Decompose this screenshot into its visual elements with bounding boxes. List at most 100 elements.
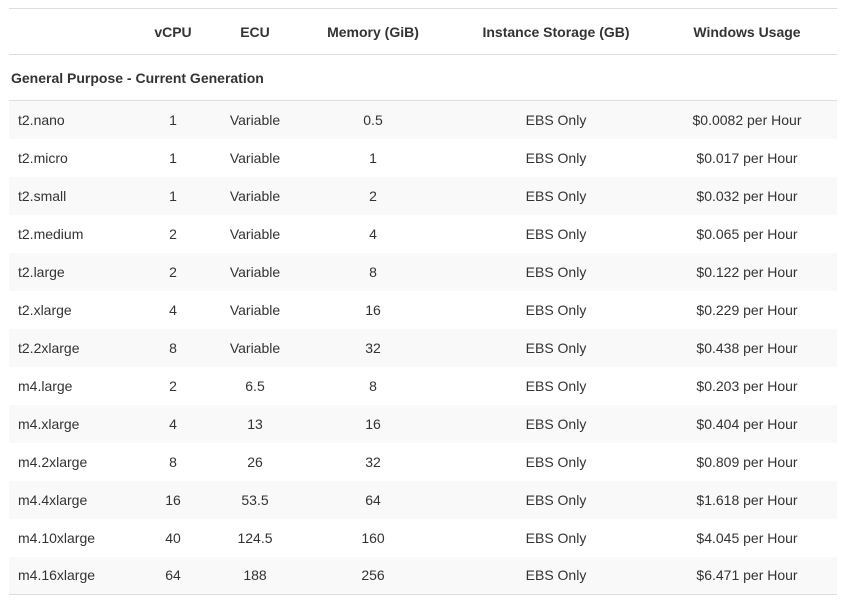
header-ecu: ECU (240, 23, 270, 40)
ecu-cell: 53.5 (219, 480, 291, 519)
table-row: m4.16xlarge 64 188 256 EBS Only $6.471 per Ho… (9, 556, 837, 595)
vcpu-cell: 1 (169, 149, 177, 166)
table-row: t2.nano 1 Variable 0.5 EBS Only $0.0082 per H… (9, 100, 837, 139)
header-memory: Memory (GiB) (327, 23, 419, 40)
instance-name-cell: m4.10xlarge (18, 529, 96, 546)
vcpu-cell: 2 (169, 225, 177, 242)
memory-cell: 0.5 (291, 100, 455, 139)
instance-name-cell: t2.2xlarge (9, 328, 127, 367)
instance-storage-cell: EBS Only (455, 556, 657, 595)
ecu-cell: 6.5 (245, 377, 265, 394)
memory-cell: 1 (369, 149, 377, 166)
table-row: m4.4xlarge 16 53.5 64 EBS Only $1.618 per Hou… (9, 480, 837, 519)
memory-cell: 8 (291, 252, 455, 291)
ecu-cell: 26 (247, 453, 263, 470)
vcpu-cell: 4 (169, 301, 177, 318)
ecu-cell: Variable (229, 301, 281, 318)
ecu-cell: 188 (219, 556, 291, 595)
instance-storage-cell: EBS Only (525, 301, 587, 318)
ecu-cell: Variable (219, 100, 291, 139)
ecu-cell: Variable (219, 328, 291, 367)
instance-storage-cell: EBS Only (525, 453, 587, 470)
memory-cell: 32 (365, 453, 381, 470)
header-instance-name (9, 9, 127, 55)
header-windows-usage: Windows Usage (693, 23, 801, 40)
memory-cell: 16 (291, 404, 455, 443)
instance-storage-cell: EBS Only (525, 529, 587, 546)
instance-name-cell: m4.16xlarge (9, 556, 127, 595)
instance-name-cell: m4.2xlarge (18, 453, 88, 470)
memory-cell: 32 (291, 328, 455, 367)
windows-usage-price-cell: $4.045 per Hour (696, 529, 798, 546)
instance-storage-cell: EBS Only (525, 225, 587, 242)
instance-name-cell: m4.4xlarge (9, 480, 127, 519)
table-row: m4.10xlarge 40 124.5 160 EBS Only $4.045 per … (9, 519, 837, 557)
instance-storage-cell: EBS Only (455, 252, 657, 291)
ecu-cell: Variable (229, 149, 281, 166)
instance-name-cell: t2.small (9, 176, 127, 215)
instance-storage-cell: EBS Only (455, 176, 657, 215)
windows-usage-price-cell: $6.471 per Hour (657, 556, 837, 595)
table-row: t2.micro 1 Variable 1 EBS Only $0.017 per Hou… (9, 139, 837, 177)
windows-usage-price-cell: $0.404 per Hour (657, 404, 837, 443)
instance-name-cell: t2.large (9, 252, 127, 291)
ecu-cell: Variable (219, 252, 291, 291)
group-title: General Purpose - Current Generation (9, 54, 837, 101)
table-row: m4.large 2 6.5 8 EBS Only $0.203 per Hour (9, 367, 837, 405)
ecu-cell: Variable (219, 176, 291, 215)
vcpu-cell: 8 (127, 328, 219, 367)
instance-storage-cell: EBS Only (455, 100, 657, 139)
instance-name-cell: m4.xlarge (9, 404, 127, 443)
windows-usage-price-cell: $0.017 per Hour (696, 149, 798, 166)
windows-usage-price-cell: $0.203 per Hour (696, 377, 798, 394)
instance-storage-cell: EBS Only (525, 149, 587, 166)
windows-usage-price-cell: $0.809 per Hour (696, 453, 798, 470)
vcpu-cell: 2 (169, 377, 177, 394)
instance-name-cell: t2.medium (18, 225, 84, 242)
table-row: t2.large 2 Variable 8 EBS Only $0.122 per Hou… (9, 252, 837, 291)
windows-usage-price-cell: $0.032 per Hour (657, 176, 837, 215)
group-header-row: General Purpose - Current Generation (9, 54, 837, 101)
table-body: General Purpose - Current Generation t2.… (9, 54, 837, 595)
vcpu-cell: 4 (127, 404, 219, 443)
instance-storage-cell: EBS Only (525, 377, 587, 394)
table-row: t2.medium 2 Variable 4 EBS Only $0.065 per Ho… (9, 215, 837, 253)
windows-usage-price-cell: $0.0082 per Hour (657, 100, 837, 139)
memory-cell: 2 (291, 176, 455, 215)
windows-usage-price-cell: $0.229 per Hour (696, 301, 798, 318)
table-row: t2.xlarge 4 Variable 16 EBS Only $0.229 per H… (9, 291, 837, 329)
table-row: t2.2xlarge 8 Variable 32 EBS Only $0.438 per … (9, 328, 837, 367)
vcpu-cell: 16 (127, 480, 219, 519)
vcpu-cell: 2 (127, 252, 219, 291)
vcpu-cell: 1 (127, 176, 219, 215)
memory-cell: 160 (361, 529, 385, 546)
header-row: vCPU ECU Memory (GiB) Instance Storage (… (9, 8, 837, 55)
ecu-cell: Variable (229, 225, 281, 242)
table-row: m4.2xlarge 8 26 32 EBS Only $0.809 per Hour (9, 443, 837, 481)
windows-usage-price-cell: $0.122 per Hour (657, 252, 837, 291)
vcpu-cell: 8 (169, 453, 177, 470)
memory-cell: 64 (291, 480, 455, 519)
vcpu-cell: 64 (127, 556, 219, 595)
vcpu-cell: 1 (127, 100, 219, 139)
instance-storage-cell: EBS Only (455, 480, 657, 519)
header-vcpu: vCPU (154, 23, 192, 40)
windows-usage-price-cell: $1.618 per Hour (657, 480, 837, 519)
memory-cell: 16 (365, 301, 381, 318)
memory-cell: 4 (369, 225, 377, 242)
vcpu-cell: 40 (165, 529, 181, 546)
memory-cell: 8 (369, 377, 377, 394)
instance-name-cell: m4.large (18, 377, 73, 394)
ecu-cell: 124.5 (237, 529, 273, 546)
table-row: m4.xlarge 4 13 16 EBS Only $0.404 per Hour (9, 404, 837, 443)
ecu-cell: 13 (219, 404, 291, 443)
instance-name-cell: t2.xlarge (18, 301, 72, 318)
instance-name-cell: t2.micro (18, 149, 68, 166)
pricing-table: vCPU ECU Memory (GiB) Instance Storage (… (9, 8, 837, 595)
memory-cell: 256 (291, 556, 455, 595)
instance-name-cell: t2.nano (9, 100, 127, 139)
table-row: t2.small 1 Variable 2 EBS Only $0.032 per Hou… (9, 176, 837, 215)
table-header: vCPU ECU Memory (GiB) Instance Storage (… (9, 8, 837, 55)
instance-storage-cell: EBS Only (455, 328, 657, 367)
instance-storage-cell: EBS Only (455, 404, 657, 443)
